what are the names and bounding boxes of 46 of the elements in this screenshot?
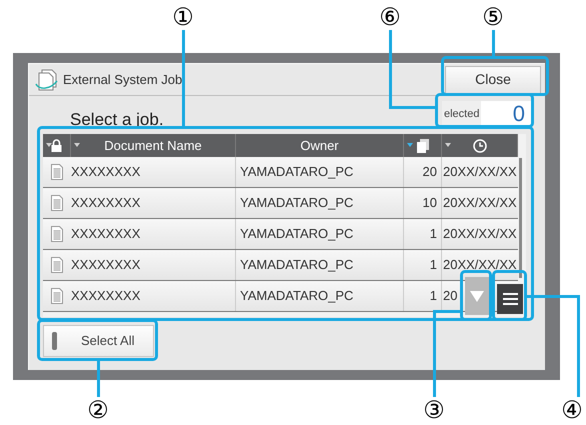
menu-button[interactable] [497, 284, 523, 314]
document-name: XXXXXXXX [71, 194, 140, 212]
select-all-button[interactable]: Select All [43, 325, 154, 357]
lock-icon [51, 139, 62, 152]
copies-count: 1 [430, 225, 437, 244]
job-date: 20XX/XX/XX [443, 194, 517, 212]
job-row[interactable]: XXXXXXXX YAMADATARO_PC 1 20XX/XX/XX [43, 219, 518, 250]
copies-count: 20 [422, 163, 437, 182]
column-label: Owner [300, 136, 339, 155]
job-row[interactable]: XXXXXXXX YAMADATARO_PC 20 20XX/XX/XX [43, 157, 518, 188]
job-date: 20XX/XX/XX [443, 225, 517, 244]
window-title: External System Job [63, 70, 182, 89]
column-label: Document Name [104, 136, 202, 155]
document-name: XXXXXXXX [71, 256, 140, 274]
owner-name: YAMADATARO_PC [240, 163, 354, 182]
owner-name: YAMADATARO_PC [240, 256, 354, 274]
job-row[interactable]: XXXXXXXX YAMADATARO_PC 10 20XX/XX/XX [43, 188, 518, 219]
job-date: 20 [443, 287, 458, 306]
document-icon [51, 257, 63, 273]
job-row[interactable]: XXXXXXXX YAMADATARO_PC 1 20XX/XX/XX [43, 250, 518, 281]
copies-count: 1 [430, 256, 437, 274]
job-date: 20XX/XX/XX [443, 256, 517, 274]
menu-highlight [492, 270, 527, 321]
owner-name: YAMADATARO_PC [240, 287, 354, 306]
leader-line [492, 30, 495, 56]
document-icon [51, 195, 63, 211]
document-icon [51, 164, 63, 180]
document-icon [51, 226, 63, 242]
down-arrow-icon [470, 290, 484, 302]
close-button[interactable]: Close [445, 66, 541, 94]
document-name: XXXXXXXX [71, 163, 140, 182]
job-date: 20XX/XX/XX [443, 163, 517, 182]
clock-icon [472, 138, 486, 152]
document-icon [51, 288, 63, 304]
copies-icon [416, 138, 428, 152]
copies-count: 1 [430, 287, 437, 306]
copies-count: 10 [422, 194, 437, 212]
scroll-down-highlight [460, 270, 492, 321]
selected-label: elected [443, 106, 480, 122]
menu-icon [502, 293, 518, 305]
selected-count: 0 [481, 101, 531, 127]
document-name: XXXXXXXX [71, 287, 140, 306]
owner-name: YAMADATARO_PC [240, 225, 354, 244]
document-name: XXXXXXXX [71, 225, 140, 244]
document-icon [35, 68, 59, 90]
owner-name: YAMADATARO_PC [240, 194, 354, 212]
